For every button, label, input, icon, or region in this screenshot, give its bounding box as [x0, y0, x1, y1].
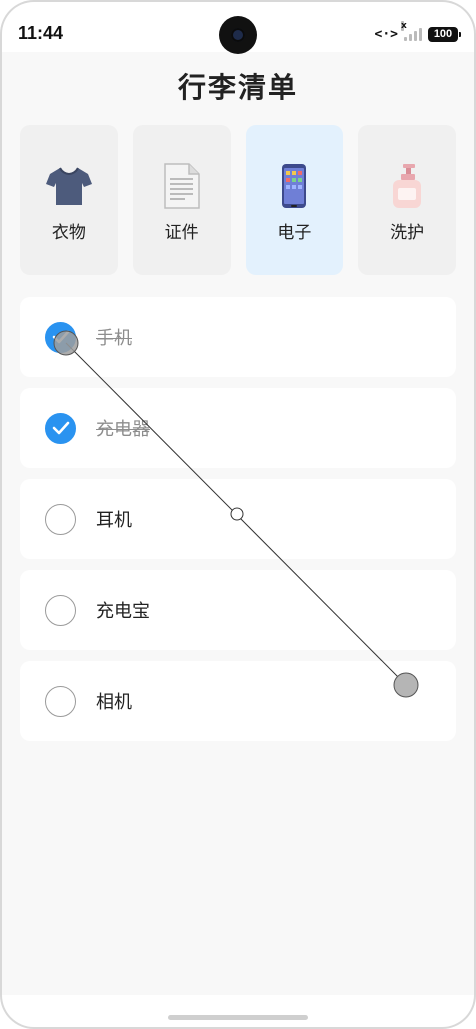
- checklist: 手机 充电器 耳机 充电宝 相机: [20, 297, 456, 752]
- category-tab-toiletries[interactable]: 洗护: [358, 125, 456, 275]
- category-label: 电子: [277, 223, 312, 243]
- app-screen: 11:44 <·> x 100 行李清单 衣物 证件 电子 洗护 手机 充电器 …: [0, 0, 476, 1029]
- checkbox-checked[interactable]: [45, 321, 76, 353]
- category-tabs: 衣物 证件 电子 洗护: [20, 125, 456, 275]
- checkbox-checked[interactable]: [45, 412, 76, 444]
- list-item[interactable]: 耳机: [20, 479, 456, 559]
- lotion-bottle-icon: [383, 162, 431, 210]
- list-item[interactable]: 充电器: [20, 388, 456, 468]
- front-camera: [219, 16, 257, 54]
- page-title: 行李清单: [177, 71, 298, 104]
- home-indicator[interactable]: [168, 1015, 308, 1020]
- battery-icon: 100: [428, 26, 461, 42]
- checkbox-unchecked[interactable]: [45, 503, 76, 535]
- list-item[interactable]: 充电宝: [20, 570, 456, 650]
- tshirt-icon: [45, 162, 93, 210]
- item-label: 充电器: [96, 419, 150, 440]
- no-signal-mark: x: [401, 21, 407, 31]
- item-label: 充电宝: [96, 601, 150, 622]
- status-icons: <·> x 100: [374, 21, 461, 43]
- category-tab-documents[interactable]: 证件: [132, 125, 231, 275]
- signal-icon: x: [401, 21, 422, 41]
- list-item[interactable]: 手机: [20, 297, 456, 377]
- item-label: 相机: [96, 692, 132, 713]
- phone-icon: [270, 162, 318, 210]
- item-label: 耳机: [96, 510, 132, 531]
- list-item[interactable]: 相机: [20, 661, 456, 741]
- item-label: 手机: [96, 328, 132, 349]
- status-bar: 11:44 <·> x 100: [0, 0, 476, 54]
- navigation-bar: [0, 995, 476, 1029]
- category-tab-electronics[interactable]: 电子: [245, 125, 344, 275]
- checkmark-icon: [52, 330, 69, 344]
- document-icon: [158, 162, 206, 210]
- developer-mode-icon: <·>: [374, 26, 398, 42]
- checkmark-icon: [52, 421, 69, 435]
- category-label: 衣物: [51, 223, 86, 243]
- category-label: 证件: [164, 223, 199, 243]
- category-tab-clothes[interactable]: 衣物: [20, 125, 118, 275]
- category-label: 洗护: [390, 223, 425, 243]
- checkbox-unchecked[interactable]: [45, 685, 76, 717]
- checkbox-unchecked[interactable]: [45, 594, 76, 626]
- status-time: 11:44: [18, 23, 64, 43]
